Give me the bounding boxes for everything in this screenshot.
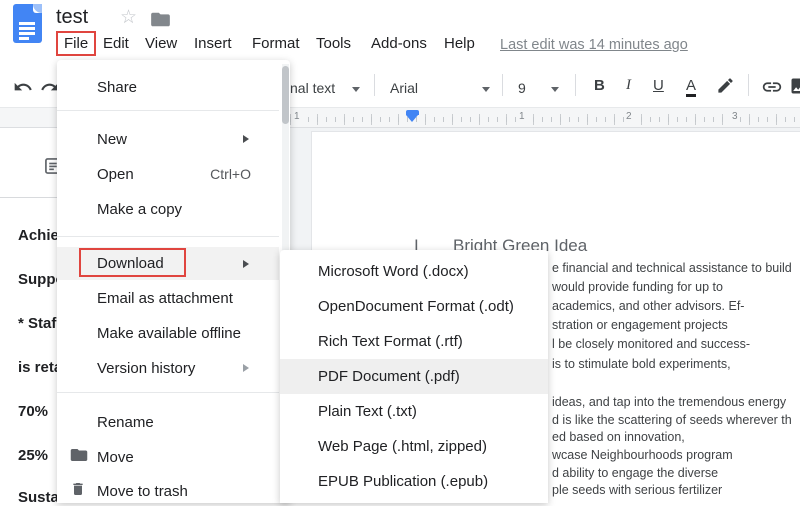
- google-docs-logo-icon[interactable]: [13, 4, 42, 43]
- document-text-line: would provide funding for up to: [552, 280, 723, 294]
- bold-button[interactable]: B: [594, 77, 605, 94]
- document-text-line: wcase Neighbourhoods program: [552, 448, 733, 462]
- insert-link-icon[interactable]: [761, 76, 783, 103]
- outline-fragment: 70%: [18, 403, 48, 420]
- submenu-arrow-icon: [243, 260, 249, 268]
- document-title[interactable]: test: [56, 6, 88, 29]
- document-text-line: l be closely monitored and success-: [552, 337, 750, 351]
- move-folder-icon[interactable]: [150, 11, 171, 33]
- download-submenu: Microsoft Word (.docx) OpenDocument Form…: [280, 250, 548, 503]
- italic-button[interactable]: I: [626, 77, 631, 94]
- file-menu-item-rename[interactable]: Rename: [57, 407, 279, 437]
- chevron-down-icon[interactable]: [551, 87, 559, 92]
- menu-addons[interactable]: Add-ons: [371, 35, 427, 52]
- file-menu-item-version-history[interactable]: Version history: [57, 353, 279, 383]
- outline-fragment: 25%: [18, 447, 48, 464]
- file-menu-item-move[interactable]: Move: [57, 442, 279, 472]
- file-menu-item-move-to-trash[interactable]: Move to trash: [57, 476, 279, 506]
- submenu-item-epub[interactable]: EPUB Publication (.epub): [280, 464, 548, 499]
- folder-icon: [70, 448, 88, 467]
- menu-help[interactable]: Help: [444, 35, 475, 52]
- document-text-line: is to stimulate bold experiments,: [552, 357, 731, 371]
- menu-divider: [57, 236, 279, 237]
- file-menu-item-email-as-attachment[interactable]: Email as attachment: [57, 283, 279, 313]
- shortcut-label: Ctrl+O: [210, 166, 251, 182]
- insert-image-icon[interactable]: [789, 76, 800, 101]
- menu-insert[interactable]: Insert: [194, 35, 232, 52]
- submenu-arrow-icon: [243, 135, 249, 143]
- document-text-line: d is like the scattering of seeds wherev…: [552, 413, 792, 427]
- ruler-number: 1: [292, 111, 302, 122]
- toolbar-divider: [748, 74, 749, 96]
- submenu-item-rtf[interactable]: Rich Text Format (.rtf): [280, 324, 548, 359]
- menu-scrollbar-thumb[interactable]: [282, 66, 289, 124]
- toolbar-divider: [374, 74, 375, 96]
- submenu-item-pdf[interactable]: PDF Document (.pdf): [280, 359, 548, 394]
- outline-fragment: Susta: [18, 489, 59, 506]
- menu-file[interactable]: File: [56, 31, 96, 56]
- file-menu-item-make-a-copy[interactable]: Make a copy: [57, 194, 279, 224]
- document-text-line: e financial and technical assistance to …: [552, 261, 792, 275]
- chevron-down-icon[interactable]: [482, 87, 490, 92]
- download-annotation-box: [79, 248, 186, 277]
- menu-format[interactable]: Format: [252, 35, 300, 52]
- menu-divider: [57, 392, 279, 393]
- submenu-arrow-icon: [243, 364, 249, 372]
- document-text-line: stration or engagement projects: [552, 318, 728, 332]
- document-text-line: ed based on innovation,: [552, 430, 685, 444]
- app-header: test ☆ File Edit View Insert Format Tool…: [0, 0, 800, 57]
- file-menu-item-make-available-offline[interactable]: Make available offline: [57, 318, 279, 348]
- trash-icon: [70, 481, 86, 502]
- outline-panel-divider: [0, 197, 57, 198]
- document-text-line: d ability to engage the diverse: [552, 466, 718, 480]
- document-text-line: ple seeds with serious fertilizer: [552, 483, 722, 497]
- file-menu-item-share[interactable]: Share: [57, 72, 279, 102]
- font-size-dropdown[interactable]: 9: [518, 80, 526, 96]
- document-text-line: academics, and other advisors. Ef-: [552, 299, 744, 313]
- ruler-number: 3: [730, 111, 740, 122]
- menu-divider: [57, 110, 279, 111]
- file-menu-dropdown: Share New Open Ctrl+O Make a copy Downlo…: [57, 60, 290, 503]
- ruler-minor-ticks: [290, 117, 800, 122]
- highlight-color-icon[interactable]: [716, 76, 735, 100]
- text-color-button[interactable]: A: [686, 77, 696, 97]
- document-text-line: ideas, and tap into the tremendous energ…: [552, 395, 786, 409]
- paragraph-style-dropdown[interactable]: nal text: [290, 80, 335, 96]
- file-menu-item-open[interactable]: Open Ctrl+O: [57, 159, 279, 189]
- menu-edit[interactable]: Edit: [103, 35, 129, 52]
- outline-fragment: * Staf: [18, 315, 56, 332]
- toolbar-divider: [575, 74, 576, 96]
- ruler-number: 1: [517, 111, 527, 122]
- outline-fragment: is reta: [18, 359, 62, 376]
- underline-button[interactable]: U: [653, 77, 664, 94]
- submenu-item-html[interactable]: Web Page (.html, zipped): [280, 429, 548, 464]
- toolbar-divider: [502, 74, 503, 96]
- submenu-item-docx[interactable]: Microsoft Word (.docx): [280, 254, 548, 289]
- chevron-down-icon[interactable]: [352, 87, 360, 92]
- last-edit-link[interactable]: Last edit was 14 minutes ago: [500, 37, 688, 53]
- file-menu-item-new[interactable]: New: [57, 124, 279, 154]
- font-family-dropdown[interactable]: Arial: [390, 80, 418, 96]
- first-line-indent-marker[interactable]: [406, 115, 418, 122]
- menu-tools[interactable]: Tools: [316, 35, 351, 52]
- outline-fragment: Achie: [18, 227, 59, 244]
- star-icon[interactable]: ☆: [120, 7, 137, 29]
- menu-view[interactable]: View: [145, 35, 177, 52]
- ruler-number: 2: [624, 111, 634, 122]
- undo-icon[interactable]: [13, 77, 33, 102]
- submenu-item-odt[interactable]: OpenDocument Format (.odt): [280, 289, 548, 324]
- submenu-item-txt[interactable]: Plain Text (.txt): [280, 394, 548, 429]
